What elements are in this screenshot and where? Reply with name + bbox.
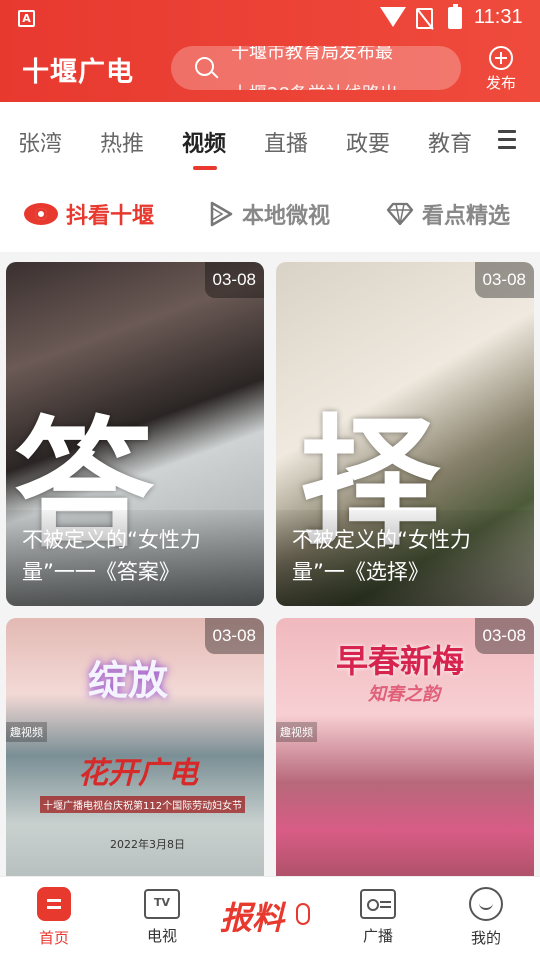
card-date: 03-08: [474, 262, 534, 298]
card-date: 03-08: [204, 262, 264, 298]
subcat-label: 看点精选: [422, 204, 511, 229]
nav-label: 电视: [146, 927, 177, 945]
nav-label: 我的: [470, 929, 501, 947]
publish-button[interactable]: 发布: [482, 46, 520, 93]
tab-education[interactable]: 教育: [428, 126, 472, 158]
tab-video[interactable]: 视频: [182, 126, 226, 158]
title-art-subtext: 知春之韵: [368, 684, 440, 705]
publish-label: 发布: [485, 74, 516, 92]
tab-hot[interactable]: 热推: [100, 126, 144, 158]
card-caption: 不被定义的“女性力量”一一《答案》: [6, 510, 264, 606]
card-date: 03-08: [204, 618, 264, 654]
subcat-local-video[interactable]: 本地微视: [208, 198, 331, 229]
nav-home[interactable]: 首页: [24, 887, 84, 948]
channel-tabs: 张湾 热推 视频 直播 政要 教育: [0, 102, 540, 176]
active-tab-indicator: [193, 166, 217, 170]
status-bar: A 11:31: [0, 0, 540, 36]
search-icon: [195, 57, 214, 76]
status-time: 11:31: [474, 6, 523, 28]
plus-circle-icon: [489, 46, 513, 70]
app-title: 十堰广电: [22, 57, 134, 88]
smiley-icon: [469, 887, 503, 921]
tab-politics[interactable]: 政要: [346, 126, 390, 158]
radio-icon: [360, 889, 396, 919]
battery-icon: [448, 4, 462, 29]
home-icon: [37, 887, 71, 921]
video-card[interactable]: 答 03-08 不被定义的“女性力量”一一《答案》: [6, 262, 264, 606]
microphone-icon: [296, 903, 310, 925]
title-art-banner: 十堰广播电视台庆祝第112个国际劳动妇女节: [40, 796, 246, 813]
channel-logo: 趣视频: [6, 722, 47, 742]
search-hint-line: 十堰28条党社线路出: [231, 80, 398, 90]
wifi-icon: [380, 7, 406, 27]
tab-zhangwan[interactable]: 张湾: [18, 126, 62, 158]
title-art-date: 2022年3月8日: [110, 838, 185, 851]
subcat-label: 抖看十堰: [66, 204, 155, 229]
subcat-picks[interactable]: 看点精选: [386, 198, 511, 229]
title-art-subtext: 花开广电: [78, 756, 198, 791]
menu-icon[interactable]: [498, 130, 518, 150]
nav-mine[interactable]: 我的: [456, 887, 516, 948]
subcat-douyin-shiyan[interactable]: 抖看十堰: [24, 198, 155, 229]
card-date: 03-08: [474, 618, 534, 654]
play-icon: [208, 201, 234, 227]
card-caption: 不被定义的“女性力量”一《选择》: [276, 510, 534, 606]
app-notification-icon: A: [18, 10, 35, 27]
diamond-icon: [386, 202, 414, 226]
bottom-nav: 首页 TV 电视 报料 广播 我的: [0, 876, 540, 960]
video-grid: 答 03-08 不被定义的“女性力量”一一《答案》 择 03-08 不被定义的“…: [0, 252, 540, 876]
video-card[interactable]: 择 03-08 不被定义的“女性力量”一《选择》: [276, 262, 534, 606]
eye-icon: [24, 203, 58, 225]
subcategory-bar: 抖看十堰 本地微视 看点精选: [0, 176, 540, 252]
nav-radio[interactable]: 广播: [348, 887, 408, 946]
tab-live[interactable]: 直播: [264, 126, 308, 158]
video-card[interactable]: 早春新梅 知春之韵 趣视频 03-08: [276, 618, 534, 876]
header-bar: A 11:31 十堰广电 十堰市教育局发布最 十堰28条党社线路出 发布: [0, 0, 540, 102]
nav-tv[interactable]: TV 电视: [132, 887, 192, 946]
report-label: 报料: [220, 899, 285, 937]
nav-label: 首页: [38, 929, 69, 947]
title-art-text: 早春新梅: [336, 642, 465, 680]
no-sim-icon: [416, 8, 433, 29]
nav-label: 广播: [362, 927, 393, 945]
app-screen: A 11:31 十堰广电 十堰市教育局发布最 十堰28条党社线路出 发布 张湾 …: [0, 0, 540, 960]
search-hint-line: 十堰市教育局发布最: [231, 46, 393, 63]
video-card[interactable]: 绽放 趣视频 花开广电 十堰广播电视台庆祝第112个国际劳动妇女节 2022年3…: [6, 618, 264, 876]
tv-icon: TV: [144, 889, 180, 919]
channel-logo: 趣视频: [276, 722, 317, 742]
title-art-text: 绽放: [88, 658, 168, 704]
search-bar[interactable]: 十堰市教育局发布最 十堰28条党社线路出: [171, 46, 461, 90]
subcat-label: 本地微视: [242, 204, 331, 229]
nav-report-button[interactable]: 报料: [220, 891, 324, 947]
